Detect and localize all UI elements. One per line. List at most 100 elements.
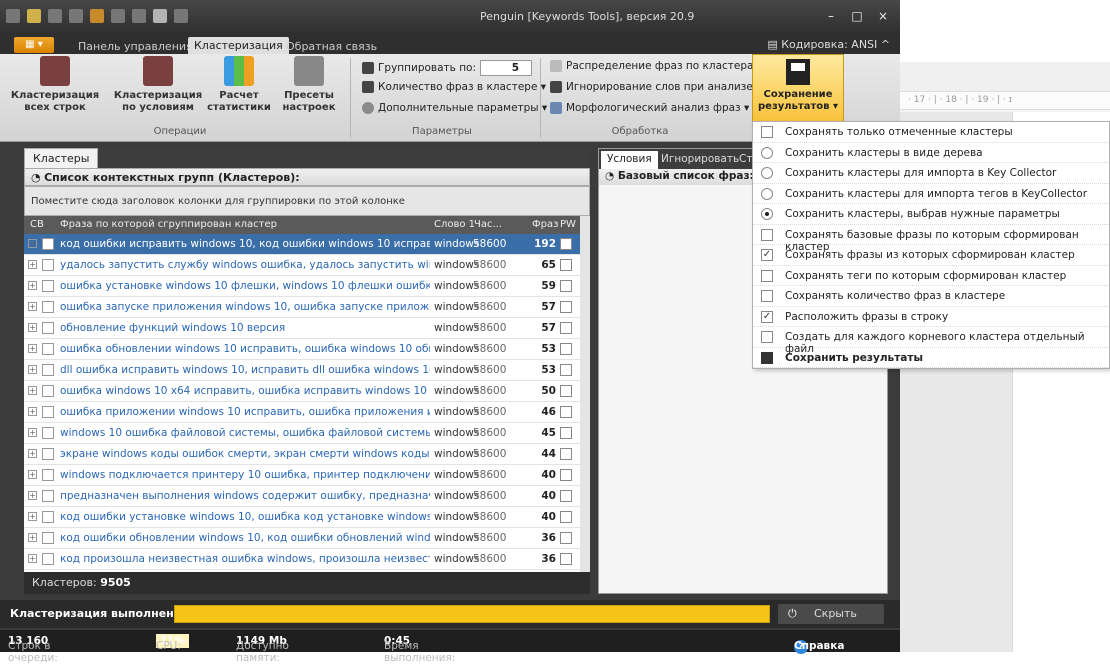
statistics-button[interactable]: Расчет статистики [204,56,274,114]
table-row[interactable]: + удалось запустить службу windows ошибка… [24,255,580,276]
col-pw[interactable]: PW [560,219,576,230]
menu-item[interactable]: ✓ Сохранять фразы из которых сформирован … [753,245,1109,266]
menu-item[interactable]: Создать для каждого корневого кластера о… [753,327,1109,355]
table-row[interactable]: + ошибка обновлении windows 10 исправить,… [24,339,580,360]
app-icon[interactable] [6,9,20,23]
tab-conditions[interactable]: Условия [601,151,658,169]
col-phrase[interactable]: Фраза по которой сгруппирован кластер [60,219,277,230]
expand-icon[interactable]: + [28,323,37,332]
distribution-dropdown[interactable]: Распределение фраз по кластерам ▾ [550,60,770,72]
expand-icon[interactable]: + [28,449,37,458]
table-row[interactable]: + dll ошибка исправить windows 10, исправ… [24,360,580,381]
menu-item[interactable]: Сохранять только отмеченные кластеры [753,122,1109,143]
table-row[interactable]: + код ошибки обновлении windows 10, код о… [24,528,580,549]
table-row[interactable]: + экране windows коды ошибок смерти, экра… [24,444,580,465]
expand-icon[interactable]: + [28,491,37,500]
menu-item[interactable]: ✓ Расположить фразы в строку [753,307,1109,327]
save-results-button[interactable]: Сохранение результатов ▾ [752,54,844,122]
row-checkbox[interactable] [42,490,54,502]
minimize-button[interactable]: – [818,6,844,26]
edit-icon[interactable] [560,280,572,292]
row-checkbox[interactable] [42,364,54,376]
menu-item[interactable]: Сохранять базовые фразы по которым сформ… [753,225,1109,253]
tab-feedback[interactable]: Обратная связь [280,38,383,55]
menu-item[interactable]: Сохранить кластеры, выбрав нужные параме… [753,204,1109,225]
row-checkbox[interactable] [42,553,54,565]
edit-icon[interactable] [560,448,572,460]
ignore-words-dropdown[interactable]: Игнорирование слов при анализе ▾ [550,81,761,93]
menu-item[interactable]: Сохранять количество фраз в кластере [753,286,1109,307]
group-by-control[interactable]: Группировать по: 5 [362,60,533,76]
table-row[interactable]: + ошибка приложении windows 10 исправить,… [24,402,580,423]
edit-icon[interactable] [560,301,572,313]
extra-params-dropdown[interactable]: Дополнительные параметры ▾ [362,102,547,114]
col-cb[interactable]: CB [30,219,44,230]
row-checkbox[interactable] [42,511,54,523]
cluster-conditions-button[interactable]: Кластеризация по условиям [108,56,208,114]
edit-icon[interactable] [560,259,572,271]
row-checkbox[interactable] [42,301,54,313]
expand-icon[interactable]: + [28,281,37,290]
table-row[interactable]: + windows 10 ошибка файловой системы, оши… [24,423,580,444]
presets-button[interactable]: Пресеты настроек [272,56,346,114]
menu-item[interactable]: Сохранить кластеры для импорта в Key Col… [753,163,1109,184]
expand-icon[interactable]: + [28,533,37,542]
table-row[interactable]: + предназначен выполнения windows содержи… [24,486,580,507]
expand-icon[interactable]: + [28,386,37,395]
edit-icon[interactable] [560,511,572,523]
expand-icon[interactable]: + [28,512,37,521]
table-row[interactable]: + код ошибки исправить windows 10, код ош… [24,234,580,255]
cut-icon[interactable] [153,9,167,23]
table-row[interactable]: + код произошла неизвестная ошибка window… [24,549,580,570]
tool-icon[interactable] [90,9,104,23]
settings-icon[interactable] [174,9,188,23]
expand-icon[interactable]: + [28,365,37,374]
edit-icon[interactable] [560,532,572,544]
menu-item[interactable]: Сохранить кластеры в виде дерева [753,143,1109,163]
edit-icon[interactable] [560,364,572,376]
brush-icon[interactable] [111,9,125,23]
edit-icon[interactable] [560,427,572,439]
expand-icon[interactable]: + [28,302,37,311]
menu-item[interactable]: Сохранить кластеры для импорта тегов в K… [753,184,1109,204]
morphology-dropdown[interactable]: Морфологический анализ фраз ▾ [550,102,749,114]
tab-clustering[interactable]: Кластеризация [188,37,289,54]
row-checkbox[interactable] [42,343,54,355]
phrase-count-dropdown[interactable]: Количество фраз в кластере ▾ [362,81,546,93]
row-checkbox[interactable] [42,259,54,271]
expand-icon[interactable]: + [28,554,37,563]
row-checkbox[interactable] [42,406,54,418]
encoding-button[interactable]: ▤ Кодировка: ANSI ^ [767,38,890,51]
import-icon[interactable] [48,9,62,23]
file-menu-button[interactable]: ▦ ▾ [14,37,54,53]
expand-icon[interactable]: + [28,428,37,437]
col-count[interactable]: Фраз [532,219,558,230]
expand-icon[interactable]: + [28,344,37,353]
sort-icon[interactable] [132,9,146,23]
col-word[interactable]: Слово 1 [434,219,475,230]
edit-icon[interactable] [560,385,572,397]
edit-icon[interactable] [560,553,572,565]
row-checkbox[interactable] [42,448,54,460]
row-checkbox[interactable] [42,427,54,439]
row-checkbox[interactable] [42,385,54,397]
expand-icon[interactable]: + [28,260,37,269]
expand-icon[interactable]: + [28,407,37,416]
table-row[interactable]: + windows подключается принтеру 10 ошибка… [24,465,580,486]
table-row[interactable]: + обновление функций windows 10 версия win… [24,318,580,339]
group-by-area[interactable]: Поместите сюда заголовок колонки для гру… [24,186,590,216]
edit-icon[interactable] [560,343,572,355]
edit-icon[interactable] [560,490,572,502]
expand-icon[interactable]: + [28,470,37,479]
edit-icon[interactable] [560,469,572,481]
cluster-all-button[interactable]: Кластеризация всех строк [4,56,106,114]
tab-clusters[interactable]: Кластеры [24,148,99,168]
row-checkbox[interactable] [42,238,54,250]
save-icon[interactable] [69,9,83,23]
table-row[interactable]: + ошибка windows 10 x64 исправить, ошибка… [24,381,580,402]
expand-icon[interactable]: + [28,239,37,248]
tab-ignore[interactable]: Игнорировать [655,151,745,169]
col-freq[interactable]: Час... [474,219,502,230]
row-checkbox[interactable] [42,280,54,292]
hide-button[interactable]: ⏻ Скрыть [778,604,884,624]
